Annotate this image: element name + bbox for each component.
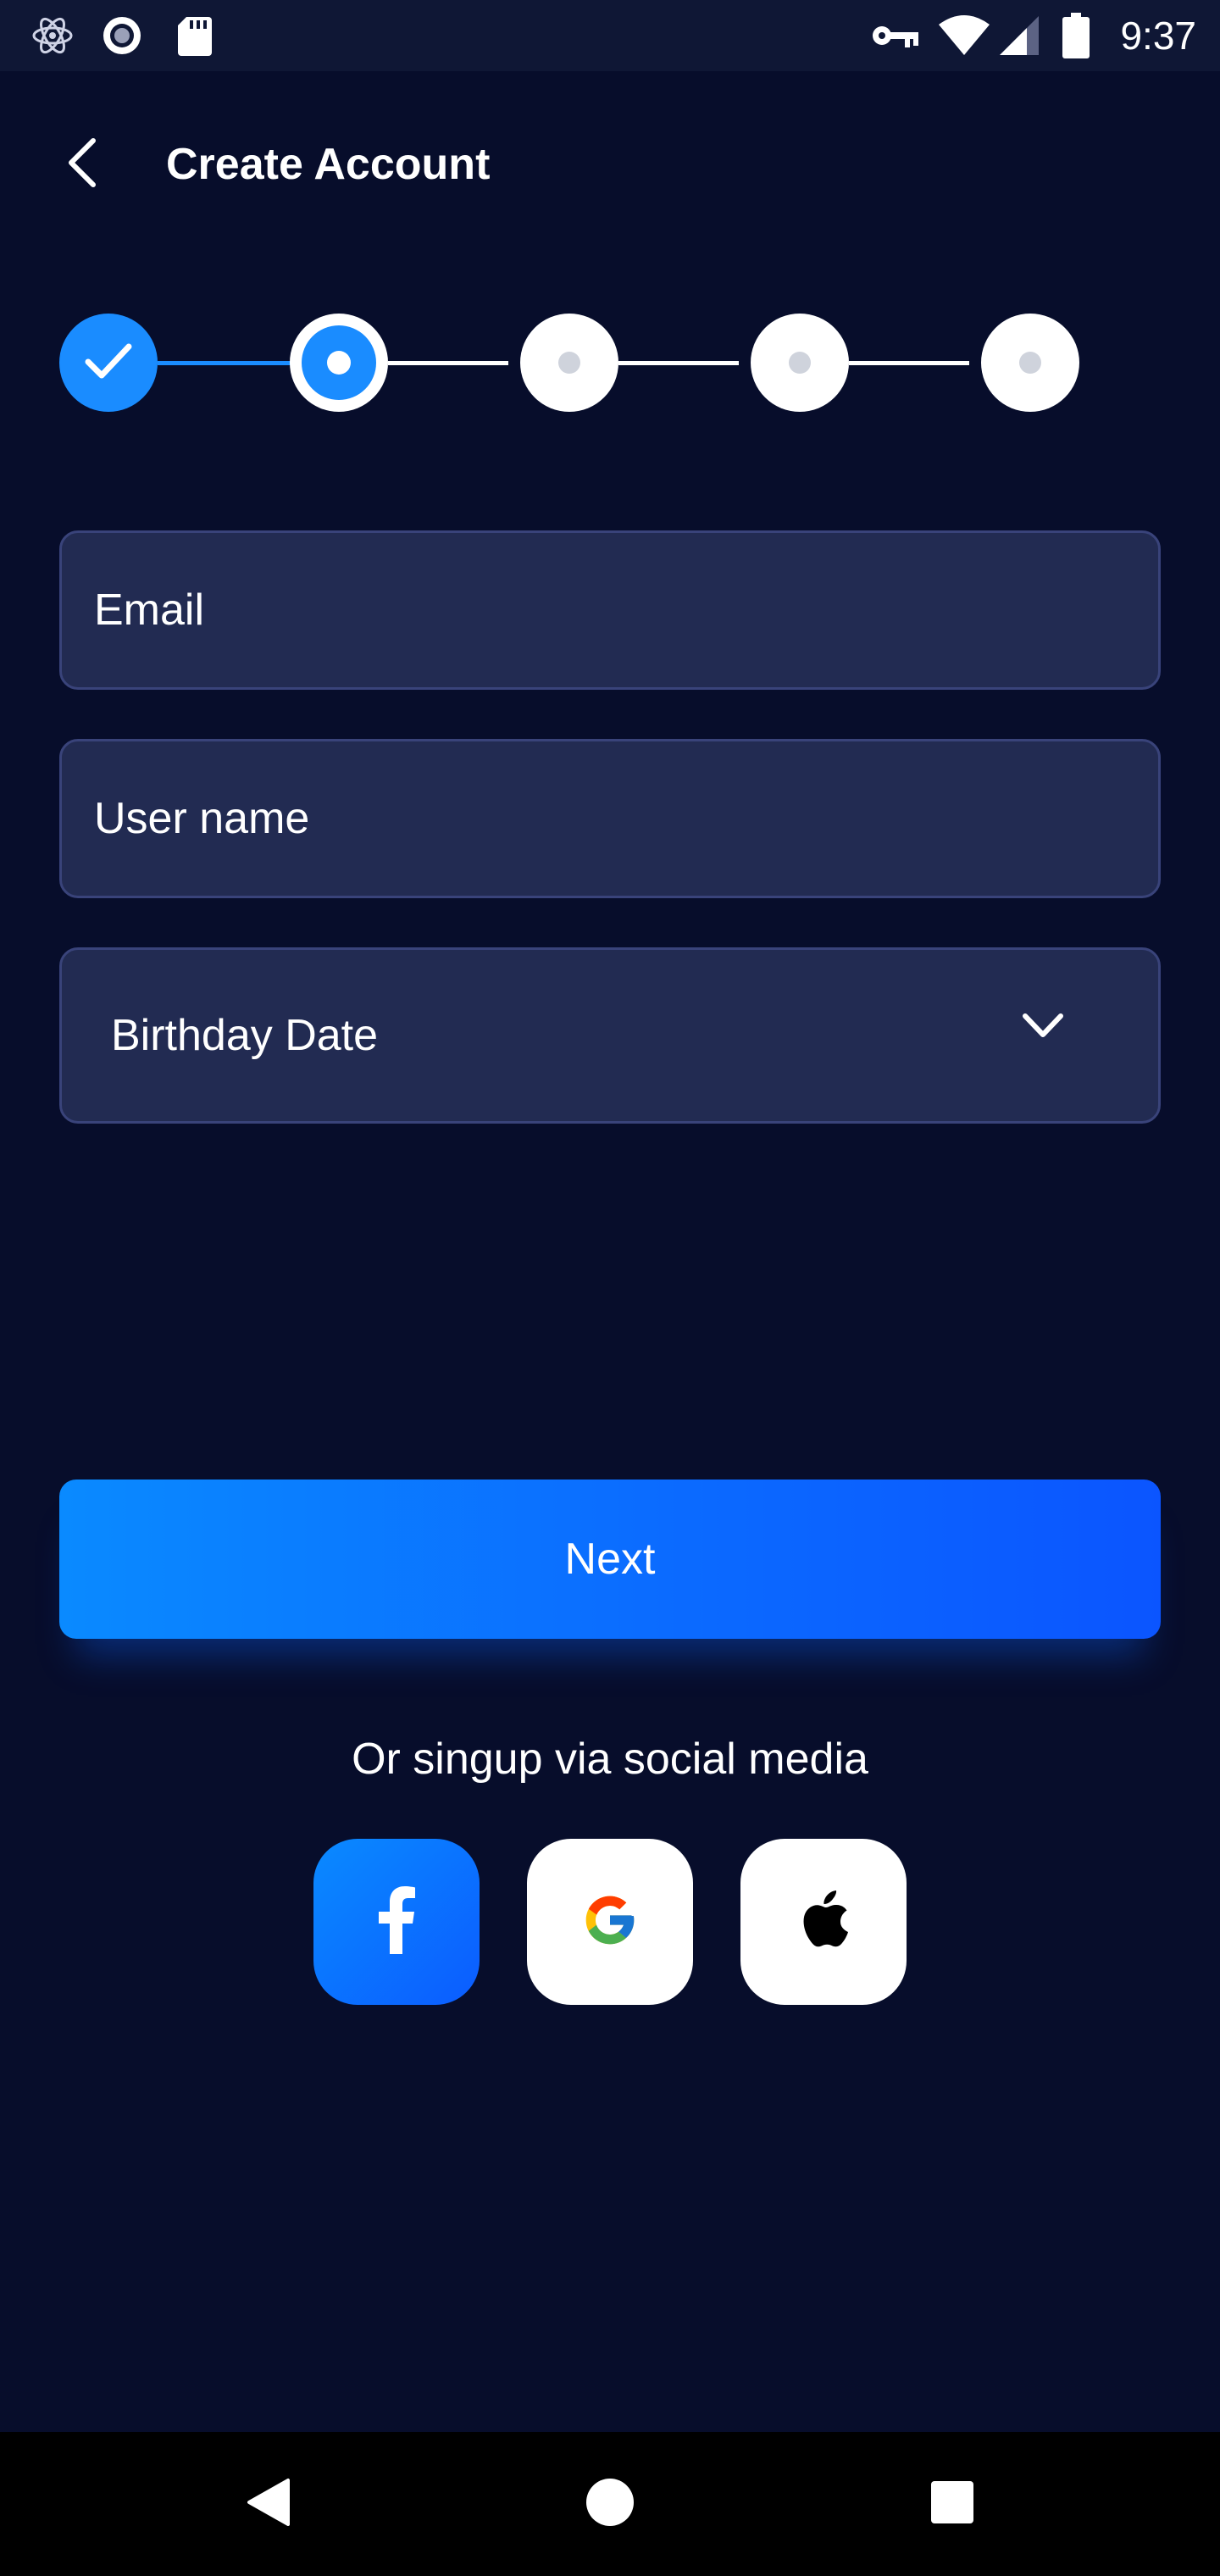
chevron-left-icon [64, 137, 102, 192]
email-field[interactable] [62, 533, 1158, 687]
status-time: 9:37 [1120, 14, 1196, 58]
step-connector [618, 361, 739, 365]
wifi-icon [937, 0, 991, 71]
nav-back-button[interactable] [217, 2432, 319, 2576]
checkmark-icon [83, 341, 134, 385]
step-connector [158, 361, 293, 365]
google-signup-button[interactable] [527, 1839, 693, 2005]
apple-signup-button[interactable] [740, 1839, 907, 2005]
step-1-completed [59, 314, 158, 412]
back-button[interactable] [53, 134, 114, 195]
facebook-signup-button[interactable] [313, 1839, 480, 2005]
sd-card-icon [176, 0, 214, 71]
facebook-icon [377, 1885, 416, 1958]
chevron-down-icon [1021, 1011, 1065, 1044]
status-bar: 9:37 [0, 0, 1220, 71]
username-field-container [59, 739, 1161, 898]
battery-icon [1062, 0, 1090, 71]
record-icon [100, 0, 144, 71]
system-nav-bar [0, 2432, 1220, 2576]
apple-icon [798, 1890, 849, 1954]
back-triangle-icon [244, 2477, 291, 2532]
home-circle-icon [585, 2477, 635, 2532]
page-title: Create Account [166, 140, 491, 189]
nav-recents-button[interactable] [901, 2432, 1003, 2576]
username-field[interactable] [62, 741, 1158, 896]
birthday-date-select[interactable]: Birthday Date [59, 947, 1161, 1124]
progress-stepper [59, 314, 1079, 412]
recents-square-icon [929, 2479, 975, 2529]
email-field-container [59, 530, 1161, 690]
birthday-date-label: Birthday Date [111, 1011, 379, 1060]
step-4 [751, 314, 849, 412]
step-3 [520, 314, 618, 412]
step-connector [849, 361, 969, 365]
social-signup-caption: Or singup via social media [352, 1735, 868, 1784]
next-button[interactable]: Next [59, 1480, 1161, 1639]
key-icon [871, 0, 920, 71]
step-2-current [290, 314, 388, 412]
atom-icon [30, 0, 75, 71]
google-icon [581, 1891, 639, 1953]
nav-home-button[interactable] [559, 2432, 661, 2576]
signal-icon [998, 0, 1040, 71]
step-5 [981, 314, 1079, 412]
step-connector [388, 361, 508, 365]
